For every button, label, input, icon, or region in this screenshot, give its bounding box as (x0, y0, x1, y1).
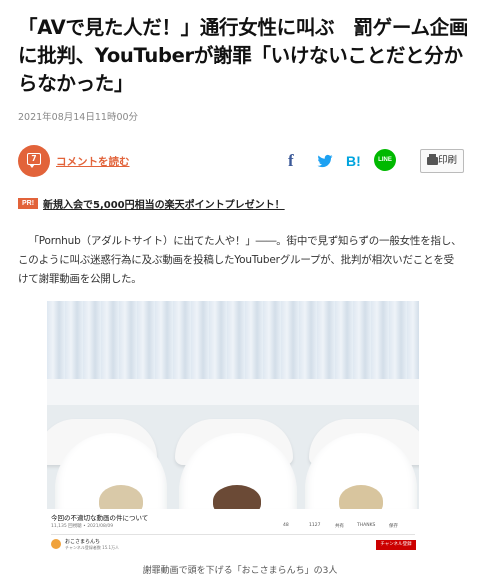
read-comments-link[interactable]: コメントを読む (56, 154, 130, 169)
subscriber-count: チャンネル登録者数 15.1万人 (65, 545, 120, 550)
youtube-info-bar: 今回の不適切な動画の件について 11,135 回視聴 • 2021/08/09 … (47, 509, 419, 555)
dislike-count[interactable]: 1127 (309, 523, 320, 528)
pr-badge: PR! (18, 198, 38, 209)
channel-avatar[interactable] (51, 539, 61, 549)
print-button[interactable]: 印刷 (420, 149, 464, 173)
share-bar: 7 コメントを読む f B! LINE 印刷 (18, 145, 464, 179)
comment-count-badge[interactable]: 7 (18, 145, 50, 177)
article-title: 「AVで見た人だ！」通行女性に叫ぶ 罰ゲーム企画に批判、YouTuberが謝罪「… (18, 16, 469, 95)
hatena-bookmark-icon[interactable]: B! (346, 151, 368, 171)
like-count[interactable]: 48 (283, 523, 289, 528)
facebook-share-icon[interactable]: f (288, 151, 300, 171)
twitter-share-icon[interactable] (316, 151, 334, 171)
promo-row: PR! 新規入会で5,000円相当の楽天ポイントプレゼント！ (18, 196, 464, 212)
image-caption: 謝罪動画で頭を下げる「おこさまらんち」の3人 (142, 566, 338, 576)
video-views: 11,135 回視聴 • 2021/08/09 (51, 524, 114, 529)
promo-link[interactable]: 新規入会で5,000円相当の楽天ポイントプレゼント！ (43, 196, 285, 211)
line-share-icon[interactable]: LINE (374, 149, 396, 171)
publish-date: 2021年08月14日11時00分 (18, 112, 139, 123)
print-label: 印刷 (437, 155, 457, 166)
printer-icon (427, 154, 438, 165)
divider (51, 534, 415, 535)
save-label[interactable]: 保存 (389, 523, 398, 529)
article-body: 「Pornhub（アダルトサイト）に出てた人や！」――。街中で見ず知らずの一般女… (18, 235, 462, 285)
video-title[interactable]: 今回の不適切な動画の件について (51, 512, 148, 522)
thanks-label[interactable]: THANKS (357, 523, 375, 528)
article-image[interactable]: 今回の不適切な動画の件について 11,135 回視聴 • 2021/08/09 … (47, 301, 419, 555)
twitter-bird-icon (317, 154, 333, 168)
subscribe-button[interactable]: チャンネル登録 (376, 540, 416, 550)
share-label[interactable]: 共有 (335, 523, 344, 529)
comment-bubble-tail (29, 164, 35, 168)
channel-name[interactable]: おこさまらんち (65, 538, 100, 545)
